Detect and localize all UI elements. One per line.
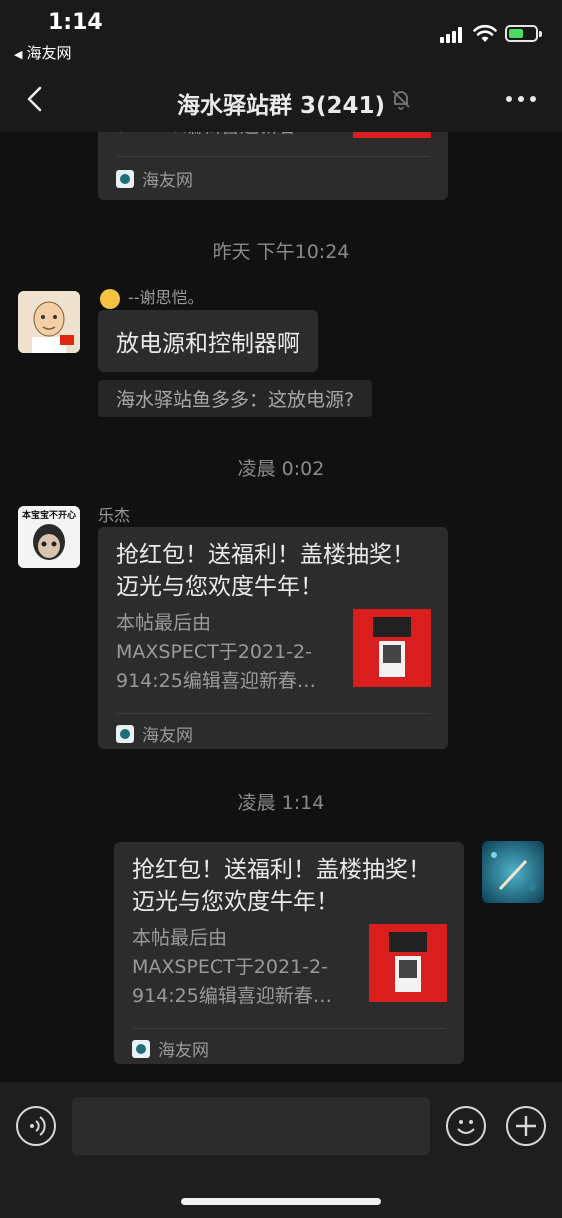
card-description: 本帖最后由 MAXSPECT于2021-2- 914:25编辑喜迎新春… (116, 612, 316, 692)
emoji-icon[interactable] (446, 1106, 486, 1146)
wifi-icon (473, 24, 497, 42)
card-title: 抢红包！送福利！盖楼抽奖！迈光与您欢度牛年！ (132, 857, 431, 915)
card-source-label: 海友网 (142, 726, 193, 746)
timestamp: 昨天 下午10:24 (212, 241, 350, 263)
card-divider (116, 156, 430, 157)
site-logo-icon (116, 169, 134, 188)
timestamp: 凌晨 0:02 (237, 458, 325, 480)
status-bar: 1:14 ◀ 海友网 (0, 0, 562, 70)
more-options-icon[interactable] (506, 96, 536, 104)
avatar[interactable]: 本宝宝不开心 (18, 506, 80, 568)
card-source: 海友网 (116, 166, 193, 191)
back-app-label: 海友网 (26, 44, 72, 62)
card-thumbnail (369, 924, 447, 1002)
card-source-label: 海友网 (158, 1041, 209, 1061)
home-indicator[interactable] (181, 1198, 381, 1205)
ocean-photo-icon (482, 841, 544, 903)
site-logo-icon (132, 1039, 150, 1058)
timestamp: 凌晨 1:14 (237, 792, 325, 814)
cartoon-face-icon (18, 291, 80, 353)
card-thumbnail (353, 609, 431, 687)
cellular-signal-icon (440, 27, 466, 43)
card-divider (132, 1028, 446, 1029)
message-list[interactable]: 914:25编辑喜迎新春… 海友网 昨天 下午10:24 --谢思恺。 放电源和… (0, 132, 562, 1082)
card-description: 914:25编辑喜迎新春… (116, 132, 340, 141)
link-card[interactable]: 抢红包！送福利！盖楼抽奖！迈光与您欢度牛年！ 本帖最后由 MAXSPECT于20… (114, 842, 464, 1064)
sender-name: 乐杰 (98, 506, 131, 525)
sender-name: --谢思恺。 (100, 284, 204, 309)
card-thumbnail (353, 132, 431, 138)
message-input[interactable] (72, 1097, 430, 1155)
status-time: 1:14 (48, 10, 103, 35)
relieved-face-icon (100, 288, 120, 309)
back-to-app-link[interactable]: ◀ 海友网 (14, 42, 71, 63)
card-divider (116, 713, 430, 714)
chat-header: 海水驿站群 3(241) (0, 70, 562, 132)
add-attachment-icon[interactable] (506, 1106, 546, 1146)
card-source: 海友网 (116, 721, 193, 746)
site-logo-icon (116, 724, 134, 743)
card-source-label: 海友网 (142, 171, 193, 191)
chat-title: 海水驿站群 3(241) (176, 93, 386, 119)
back-triangle-icon: ◀ (14, 48, 23, 61)
text-message[interactable]: 放电源和控制器啊 (98, 310, 318, 372)
my-avatar[interactable] (482, 841, 544, 903)
card-description: 本帖最后由 MAXSPECT于2021-2- 914:25编辑喜迎新春… (132, 927, 332, 1007)
voice-input-icon[interactable] (16, 1106, 56, 1146)
card-source: 海友网 (132, 1036, 209, 1061)
battery-icon (505, 25, 542, 42)
card-title: 抢红包！送福利！盖楼抽奖！迈光与您欢度牛年！ (116, 542, 415, 600)
link-card[interactable]: 914:25编辑喜迎新春… 海友网 (98, 132, 448, 200)
quoted-message[interactable]: 海水驿站鱼多多：这放电源? (98, 380, 373, 417)
avatar-caption: 本宝宝不开心 (21, 511, 76, 521)
avatar[interactable] (18, 291, 80, 353)
mute-bell-icon (392, 90, 410, 110)
link-card[interactable]: 抢红包！送福利！盖楼抽奖！迈光与您欢度牛年！ 本帖最后由 MAXSPECT于20… (98, 527, 448, 749)
